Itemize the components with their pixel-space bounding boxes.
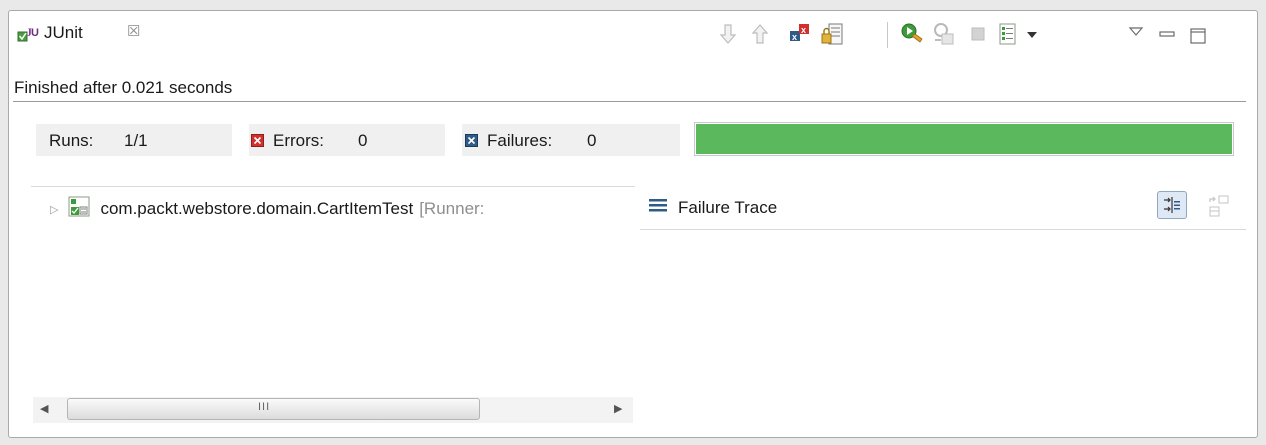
status-text: Finished after 0.021 seconds: [14, 78, 233, 97]
next-failure-icon[interactable]: [716, 22, 740, 46]
test-suite-label: com.packt.webstore.domain.CartItemTest: [100, 199, 414, 218]
runs-value: 1/1: [124, 131, 148, 150]
errors-label: Errors:: [273, 131, 324, 150]
failure-trace-header: Failure Trace: [648, 197, 777, 218]
svg-text:x: x: [801, 25, 806, 35]
scroll-grip: III: [258, 401, 271, 413]
history-dropdown-icon[interactable]: [1020, 22, 1044, 46]
progress-fill: [696, 124, 1232, 154]
scroll-left-icon[interactable]: ◀: [40, 402, 48, 415]
junit-icon: J U: [17, 22, 39, 44]
failure-icon: [465, 134, 478, 152]
scroll-thumb[interactable]: [67, 398, 480, 420]
failures-label: Failures:: [487, 131, 553, 150]
svg-text:x: x: [792, 32, 797, 42]
filter-stack-trace-button[interactable]: [1157, 191, 1187, 219]
stop-icon[interactable]: [966, 22, 990, 46]
tree-row[interactable]: ▷ com.packt.webstore.domain.CartItemTest…: [50, 196, 484, 222]
test-suite-icon: [68, 196, 92, 223]
scroll-right-icon[interactable]: ▶: [614, 402, 622, 415]
expand-icon[interactable]: ▷: [50, 203, 58, 216]
failure-trace-icon: [648, 197, 668, 218]
minimize-icon[interactable]: [1155, 22, 1179, 46]
close-icon[interactable]: ☒: [127, 22, 140, 40]
error-icon: [251, 134, 264, 152]
progress-bar: [694, 122, 1234, 156]
maximize-icon[interactable]: [1186, 24, 1210, 48]
view-menu-icon[interactable]: [1124, 20, 1148, 44]
tab-title[interactable]: JUnit: [44, 23, 83, 43]
failures-value: 0: [587, 131, 597, 150]
rerun-test-icon[interactable]: [900, 22, 924, 46]
test-run-history-icon[interactable]: [996, 22, 1020, 46]
status-divider: [13, 101, 1246, 102]
toolbar-separator: [887, 22, 888, 48]
compare-result-icon[interactable]: [1205, 192, 1233, 220]
previous-failure-icon[interactable]: [748, 22, 772, 46]
failure-trace-title: Failure Trace: [678, 197, 778, 217]
show-failures-only-icon[interactable]: x x: [788, 22, 812, 46]
scroll-lock-icon[interactable]: [820, 22, 844, 46]
runs-label: Runs:: [49, 131, 94, 150]
tree-border: [31, 186, 635, 187]
trace-divider: [640, 229, 1246, 230]
test-tree: ▷ com.packt.webstore.domain.CartItemTest…: [31, 190, 635, 230]
rerun-failed-first-icon[interactable]: [932, 22, 956, 46]
errors-value: 0: [358, 131, 368, 150]
test-runner-label: [Runner:: [419, 199, 485, 218]
svg-text:U: U: [31, 27, 39, 39]
